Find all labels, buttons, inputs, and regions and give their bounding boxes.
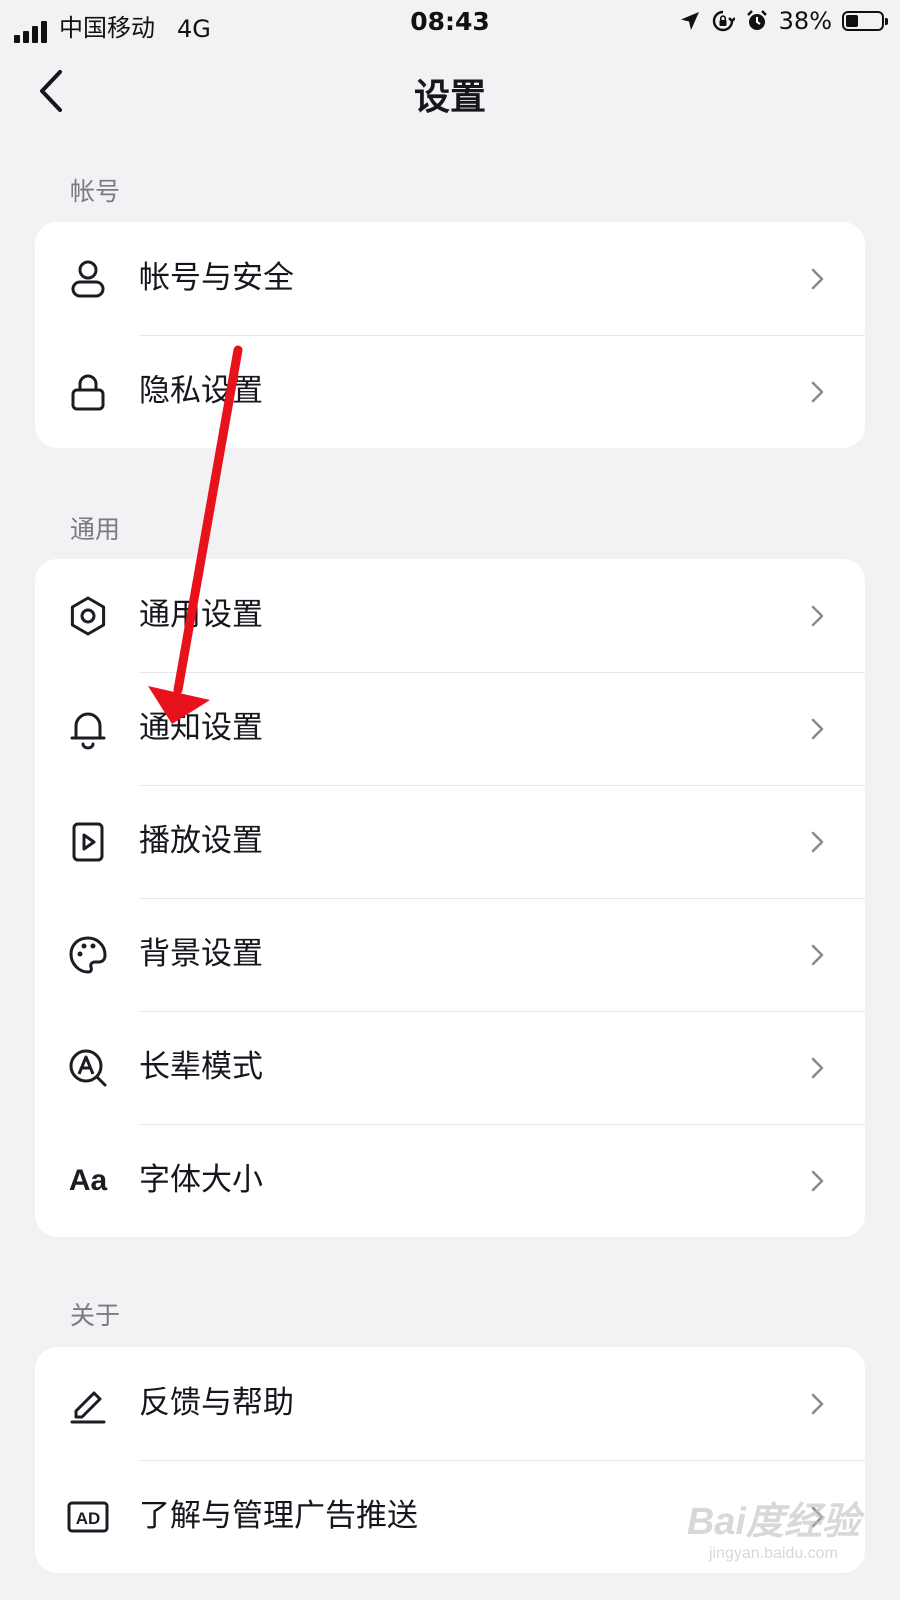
- menu-item-elder-mode[interactable]: 长辈模式: [35, 1011, 865, 1124]
- elder-mode-icon: [67, 1047, 109, 1089]
- section-label-account: 帐号: [70, 177, 121, 206]
- account-card: 帐号与安全 隐私设置: [35, 222, 865, 448]
- menu-item-privacy[interactable]: 隐私设置: [35, 335, 865, 448]
- edit-icon: [67, 1383, 109, 1425]
- menu-item-label: 通知设置: [139, 710, 263, 746]
- chevron-right-icon: [811, 1170, 824, 1192]
- watermark-url: jingyan.baidu.com: [708, 1545, 838, 1562]
- status-right: 38%: [679, 7, 888, 35]
- menu-item-label: 背景设置: [139, 936, 263, 972]
- ad-icon-text: AD: [76, 1509, 101, 1528]
- watermark: Bai度经验 jingyan.baidu.com: [687, 1490, 860, 1563]
- section-label-about: 关于: [70, 1301, 121, 1330]
- menu-item-account-security[interactable]: 帐号与安全: [35, 222, 865, 335]
- battery-percent: 38%: [778, 7, 832, 35]
- menu-item-label: 了解与管理广告推送: [139, 1498, 418, 1534]
- font-size-icon: Aa: [67, 1160, 109, 1202]
- menu-item-label: 隐私设置: [139, 373, 263, 409]
- battery-icon: [842, 11, 888, 31]
- ad-icon: AD: [67, 1496, 109, 1538]
- menu-item-label: 通用设置: [139, 597, 263, 633]
- chevron-right-icon: [811, 944, 824, 966]
- menu-item-general-settings[interactable]: 通用设置: [35, 559, 865, 672]
- palette-icon: [67, 934, 109, 976]
- chevron-right-icon: [811, 1393, 824, 1415]
- chevron-right-icon: [811, 605, 824, 627]
- menu-item-background-settings[interactable]: 背景设置: [35, 898, 865, 1011]
- font-size-icon-text: Aa: [68, 1164, 108, 1197]
- menu-item-notification-settings[interactable]: 通知设置: [35, 672, 865, 785]
- menu-item-label: 帐号与安全: [139, 260, 294, 296]
- rotation-lock-icon: [712, 10, 735, 32]
- user-icon: [67, 258, 109, 300]
- chevron-right-icon: [811, 831, 824, 853]
- menu-item-font-size[interactable]: Aa 字体大小: [35, 1124, 865, 1237]
- menu-item-label: 字体大小: [139, 1162, 263, 1198]
- location-icon: [680, 12, 699, 30]
- menu-item-playback-settings[interactable]: 播放设置: [35, 785, 865, 898]
- chevron-right-icon: [811, 268, 824, 290]
- general-card: 通用设置 通知设置 播放设置 背景设置 长辈模式 Aa 字体大小: [35, 559, 865, 1237]
- menu-item-label: 长辈模式: [139, 1049, 263, 1085]
- nav-bar: 设置: [0, 50, 900, 130]
- status-bar: 中国移动 4G 08:43 38%: [0, 0, 900, 46]
- watermark-logo: Bai度经验: [686, 1501, 860, 1543]
- menu-item-feedback-help[interactable]: 反馈与帮助: [35, 1347, 865, 1460]
- menu-item-label: 播放设置: [139, 823, 263, 859]
- gear-icon: [67, 595, 109, 637]
- page-title: 设置: [413, 77, 486, 118]
- chevron-right-icon: [811, 381, 824, 403]
- alarm-icon: [746, 10, 767, 30]
- lock-icon: [67, 371, 109, 413]
- menu-item-label: 反馈与帮助: [139, 1385, 294, 1421]
- play-icon: [67, 821, 109, 863]
- chevron-right-icon: [811, 1057, 824, 1079]
- bell-icon: [67, 708, 109, 750]
- chevron-right-icon: [811, 718, 824, 740]
- section-label-general: 通用: [70, 515, 121, 544]
